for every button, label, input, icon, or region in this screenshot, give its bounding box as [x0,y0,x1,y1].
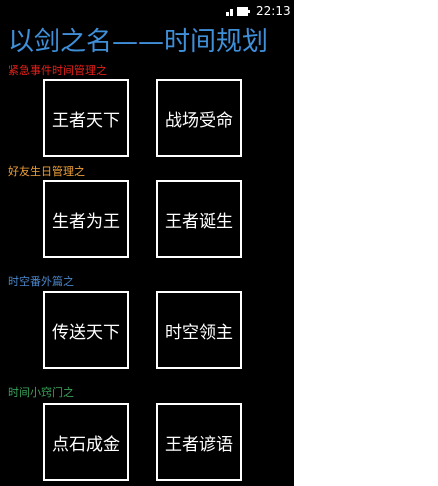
status-bar: 22:13 [0,0,294,22]
tile-chuansong-tianxia[interactable]: 传送天下 [43,291,129,369]
tile-label: 王者谚语 [165,434,233,455]
tile-wangzhe-dansheng[interactable]: 王者诞生 [156,180,242,258]
tile-label: 时空领主 [165,322,233,343]
tile-label: 王者诞生 [165,211,233,232]
tile-wangzhe-tianxia[interactable]: 王者天下 [43,79,129,157]
signal-bar [226,12,229,16]
tile-label: 战场受命 [165,110,233,131]
phone-screen: 22:13 以剑之名——时间规划 紧急事件时间管理之 王者天下 战场受命 好友生… [0,0,294,486]
signal-icon [226,6,250,16]
status-time: 22:13 [256,4,291,18]
tile-shikong-lingzhu[interactable]: 时空领主 [156,291,242,369]
tile-wangzhe-yanyu[interactable]: 王者谚语 [156,403,242,481]
tile-label: 王者天下 [52,110,120,131]
section-label-emergency: 紧急事件时间管理之 [8,64,107,77]
tile-label: 生者为王 [52,211,120,232]
tile-shengzhe-weiwang[interactable]: 生者为王 [43,180,129,258]
section-label-tips: 时间小窍门之 [8,386,74,399]
section-label-spacetime: 时空番外篇之 [8,275,74,288]
tile-label: 传送天下 [52,322,120,343]
tile-label: 点石成金 [52,434,120,455]
battery-icon [237,7,250,16]
tile-dianshi-chengjin[interactable]: 点石成金 [43,403,129,481]
signal-bar [230,9,233,16]
tile-zhanchang-shouming[interactable]: 战场受命 [156,79,242,157]
app-title: 以剑之名——时间规划 [8,27,269,57]
section-label-birthday: 好友生日管理之 [8,165,85,178]
